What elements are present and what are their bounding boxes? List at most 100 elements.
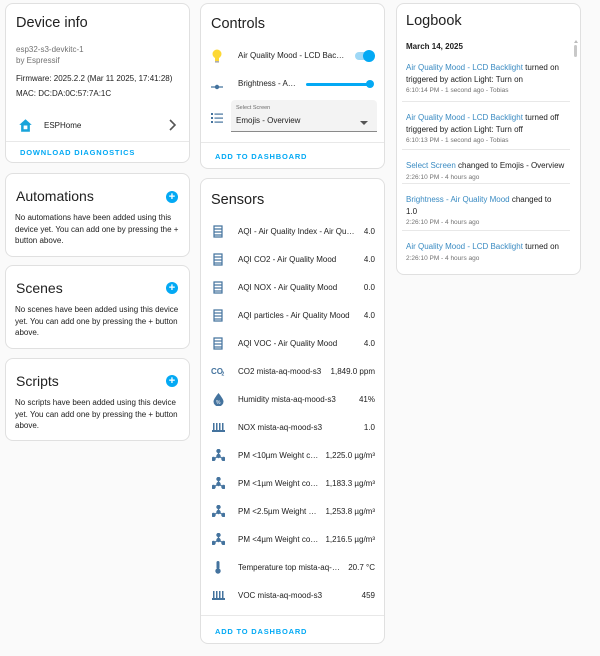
- sensor-row[interactable]: PM <4µm Weight co… 1,216.5 µg/m³: [201, 525, 384, 553]
- sensor-row[interactable]: Temperature top mista-aq-… 20.7 °C: [201, 553, 384, 581]
- logbook-timestamp: 2:26:10 PM - 4 hours ago: [406, 254, 480, 262]
- integration-row[interactable]: ESPHome: [6, 113, 189, 139]
- device-firmware: Firmware: 2025.2.2 (Mar 11 2025, 17:41:2…: [16, 74, 173, 83]
- chevron-right-icon: [167, 118, 177, 132]
- sensor-name: AQI NOX - Air Quality Mood: [238, 282, 338, 292]
- controls-card: Controls Air Quality Mood - LCD Bac… Bri…: [200, 3, 385, 169]
- logbook-entry: Air Quality Mood - LCD Backlight turned …: [406, 62, 566, 97]
- divider: [6, 141, 189, 142]
- slider-track: [306, 83, 370, 86]
- logbook-entity-link[interactable]: Air Quality Mood - LCD Backlight: [406, 113, 523, 122]
- add-automation-button[interactable]: +: [166, 191, 178, 203]
- light-row[interactable]: Air Quality Mood - LCD Bac…: [201, 46, 384, 66]
- light-toggle[interactable]: [353, 50, 375, 62]
- gauge-icon: [211, 252, 225, 266]
- sensor-row[interactable]: NOX mista-aq-mood-s3 1.0: [201, 413, 384, 441]
- toggle-knob: [363, 50, 375, 62]
- brightness-row: Brightness - A…: [201, 74, 384, 94]
- sensor-row[interactable]: PM <1µm Weight co… 1,183.3 µg/m³: [201, 469, 384, 497]
- logbook-entry: Air Quality Mood - LCD Backlight turned …: [406, 112, 566, 147]
- logbook-entity-link[interactable]: Select Screen: [406, 161, 456, 170]
- logbook-entity-link[interactable]: Brightness - Air Quality Mood: [406, 195, 510, 204]
- gauge-icon: [211, 336, 225, 350]
- brightness-icon: [211, 79, 223, 97]
- logbook-entity-link[interactable]: Air Quality Mood - LCD Backlight: [406, 242, 523, 251]
- divider: [201, 142, 384, 143]
- sensor-name: Humidity mista-aq-mood-s3: [238, 394, 336, 404]
- logbook-entry: Select Screen changed to Emojis - Overvi…: [406, 160, 566, 183]
- sensor-row[interactable]: % Humidity mista-aq-mood-s3 41%: [201, 385, 384, 413]
- brightness-slider[interactable]: [306, 78, 374, 90]
- radiator-icon: [211, 588, 225, 602]
- svg-text:2: 2: [222, 372, 225, 377]
- select-value: Emojis - Overview: [236, 116, 301, 125]
- gauge-icon: [211, 280, 225, 294]
- thermometer-icon: [211, 560, 225, 574]
- sensor-value: 4.0: [363, 254, 375, 264]
- scenes-empty-text: No scenes have been added using this dev…: [15, 305, 179, 337]
- logbook-timestamp: 6:10:14 PM - 1 second ago - Tobias: [406, 87, 509, 94]
- slider-handle: [366, 80, 374, 88]
- esphome-icon: [18, 118, 33, 133]
- automations-title: Automations: [16, 188, 94, 204]
- sensor-value: 1.0: [363, 422, 375, 432]
- molecule-icon: [211, 476, 225, 490]
- sensor-row[interactable]: AQI - Air Quality Index - Air Qua… 4.0: [201, 217, 384, 245]
- automations-card: Automations + No automations have been a…: [5, 173, 190, 257]
- sensor-row[interactable]: AQI particles - Air Quality Mood 4.0: [201, 301, 384, 329]
- divider: [402, 183, 570, 184]
- molecule-icon: [211, 448, 225, 462]
- sensor-row[interactable]: AQI VOC - Air Quality Mood 4.0: [201, 329, 384, 357]
- sensor-value: 1,849.0 ppm: [330, 366, 375, 376]
- device-info-card: Device info esp32-s3-devkitc-1 by Espres…: [5, 3, 190, 163]
- sensor-row[interactable]: PM <2.5µm Weight … 1,253.8 µg/m³: [201, 497, 384, 525]
- automations-empty-text: No automations have been added using thi…: [15, 213, 179, 245]
- sensor-row[interactable]: CO 2 CO2 mista-aq-mood-s3 1,849.0 ppm: [201, 357, 384, 385]
- logbook-context: triggered by action Light: Turn on: [406, 74, 523, 84]
- sensor-value: 1,253.8 µg/m³: [325, 506, 375, 516]
- sensor-row[interactable]: VOC mista-aq-mood-s3 459: [201, 581, 384, 609]
- add-script-button[interactable]: +: [166, 375, 178, 387]
- light-name: Air Quality Mood - LCD Bac…: [238, 51, 345, 60]
- sensor-name: AQI CO2 - Air Quality Mood: [238, 254, 337, 264]
- sensor-row[interactable]: AQI CO2 - Air Quality Mood 4.0: [201, 245, 384, 273]
- select-row: Select Screen Emojis - Overview: [201, 100, 384, 134]
- logbook-date: March 14, 2025: [406, 42, 463, 51]
- sensor-value: 4.0: [363, 310, 375, 320]
- sensor-row[interactable]: PM <10µm Weight c… 1,225.0 µg/m³: [201, 441, 384, 469]
- sensor-row[interactable]: AQI NOX - Air Quality Mood 0.0: [201, 273, 384, 301]
- controls-add-to-dashboard-button[interactable]: ADD TO DASHBOARD: [215, 152, 307, 161]
- sensor-name: AQI - Air Quality Index - Air Qua…: [238, 226, 358, 236]
- scenes-card: Scenes + No scenes have been added using…: [5, 265, 190, 349]
- logbook-card: Logbook March 14, 2025 Air Quality Mood …: [396, 3, 581, 275]
- sensor-value: 459: [361, 590, 375, 600]
- device-info-title: Device info: [16, 15, 88, 31]
- scrollbar-up-arrow: [574, 40, 578, 43]
- logbook-message: turned on: [522, 242, 559, 251]
- sensor-value: 41%: [358, 394, 375, 404]
- gauge-icon: [211, 308, 225, 322]
- divider: [201, 615, 384, 616]
- logbook-message: changed to: [509, 195, 552, 204]
- logbook-context: 1.0: [406, 206, 418, 216]
- logbook-title: Logbook: [406, 13, 462, 29]
- sensor-value: 0.0: [363, 282, 375, 292]
- format-list-icon: [211, 110, 223, 128]
- sensors-card: Sensors AQI - Air Quality Index - Air Qu…: [200, 178, 385, 644]
- lightbulb-icon: [211, 49, 223, 68]
- scripts-card: Scripts + No scripts have been added usi…: [5, 358, 190, 441]
- logbook-message: changed to Emojis - Overview: [455, 161, 565, 170]
- sensors-add-to-dashboard-button[interactable]: ADD TO DASHBOARD: [215, 627, 307, 636]
- sensor-name: Temperature top mista-aq-…: [238, 562, 340, 572]
- sensor-name: NOX mista-aq-mood-s3: [238, 422, 323, 432]
- logbook-entity-link[interactable]: Air Quality Mood - LCD Backlight: [406, 63, 523, 72]
- logbook-context: triggered by action Light: Turn off: [406, 124, 523, 134]
- controls-title: Controls: [211, 16, 265, 32]
- logbook-scrollbar[interactable]: [574, 40, 578, 270]
- sensors-title: Sensors: [211, 192, 265, 208]
- logbook-timestamp: 2:26:10 PM - 4 hours ago: [406, 219, 480, 226]
- select-screen-dropdown[interactable]: Select Screen Emojis - Overview: [231, 100, 377, 132]
- add-scene-button[interactable]: +: [166, 282, 178, 294]
- download-diagnostics-button[interactable]: DOWNLOAD DIAGNOSTICS: [20, 148, 135, 157]
- svg-text:%: %: [216, 400, 221, 406]
